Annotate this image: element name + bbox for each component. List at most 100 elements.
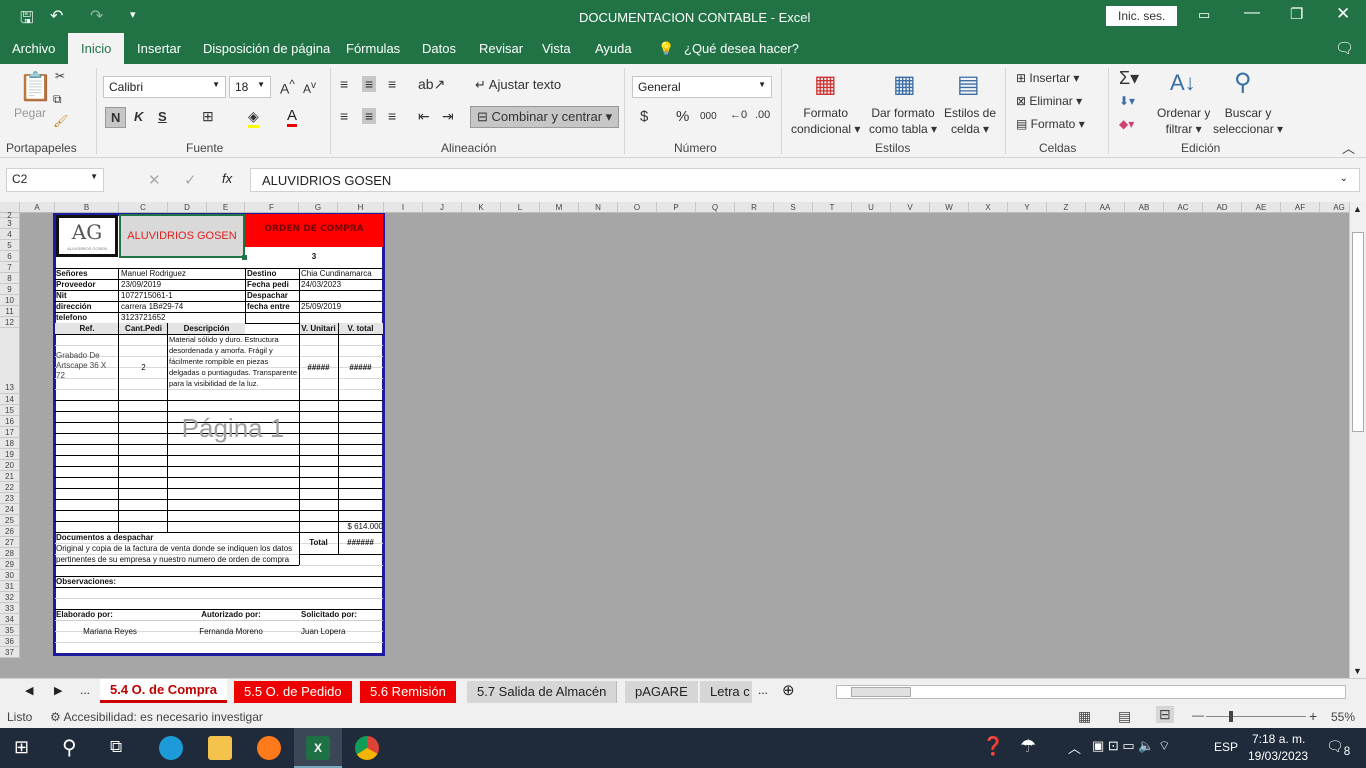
show-hidden-icons[interactable]: ︿ <box>1068 738 1081 757</box>
column-header[interactable]: Q <box>696 202 735 213</box>
column-header[interactable]: AA <box>1086 202 1125 213</box>
column-header[interactable]: D <box>168 202 207 213</box>
row-header[interactable]: 19 <box>0 449 20 460</box>
column-header[interactable]: AF <box>1281 202 1320 213</box>
collapse-ribbon-icon[interactable]: ︿ <box>1342 138 1355 157</box>
column-header[interactable]: F <box>245 202 299 213</box>
column-header[interactable]: N <box>579 202 618 213</box>
tray-icons[interactable]: ▣ ⊡ ▭ 🔈 ⌔ <box>1092 738 1170 754</box>
column-header[interactable]: S <box>774 202 813 213</box>
sort-filter-button[interactable]: Ordenar y filtrar ▾ <box>1157 105 1210 137</box>
vertical-scrollbar[interactable]: ▲ ▼ <box>1349 202 1366 678</box>
zoom-slider[interactable] <box>1206 716 1306 717</box>
tab-inicio[interactable]: Inicio <box>68 33 125 64</box>
row-header[interactable]: 36 <box>0 636 20 647</box>
fill-icon[interactable]: ⬇▾ <box>1119 94 1135 108</box>
column-header[interactable]: AB <box>1125 202 1164 213</box>
column-header[interactable]: K <box>462 202 501 213</box>
help-icon[interactable]: ❓ <box>982 736 1004 757</box>
column-header[interactable]: U <box>852 202 891 213</box>
more-tabs-left[interactable]: ... <box>80 683 90 697</box>
conditional-format-icon[interactable]: ▦ <box>814 70 837 99</box>
row-header[interactable]: 35 <box>0 625 20 636</box>
sort-filter-icon[interactable]: A↓ <box>1170 70 1196 96</box>
decrease-decimal-icon[interactable]: .00 <box>755 109 770 121</box>
chrome-icon[interactable] <box>355 736 379 760</box>
conditional-format-button[interactable]: Formato condicional ▾ <box>791 105 860 137</box>
column-header[interactable]: J <box>423 202 462 213</box>
merge-center-button[interactable]: ⊟ Combinar y centrar ▾ <box>470 106 620 128</box>
horizontal-scrollbar[interactable] <box>836 685 1346 699</box>
row-header[interactable]: 4 <box>0 229 20 240</box>
font-size-select[interactable]: 18 ▼ <box>229 76 271 98</box>
scroll-tabs-right[interactable]: ▶ <box>54 684 62 697</box>
tab-vista[interactable]: Vista <box>542 41 571 56</box>
find-select-button[interactable]: Buscar y seleccionar ▾ <box>1213 105 1283 137</box>
align-center-icon[interactable]: ≡ <box>362 108 377 124</box>
format-cells-button[interactable]: ▤ Formato ▾ <box>1016 117 1085 131</box>
zoom-level[interactable]: 55% <box>1331 710 1355 724</box>
increase-indent-icon[interactable]: ⇥ <box>442 108 454 125</box>
row-header[interactable]: 8 <box>0 273 20 284</box>
row-header[interactable]: 10 <box>0 295 20 306</box>
row-header[interactable]: 34 <box>0 614 20 625</box>
comments-icon[interactable]: 🗨 <box>1335 39 1354 57</box>
column-header[interactable]: W <box>930 202 969 213</box>
underline-button[interactable]: S <box>158 109 167 124</box>
row-header[interactable]: 12 <box>0 317 20 328</box>
row-header[interactable]: 16 <box>0 416 20 427</box>
undo-icon[interactable]: ↶ <box>50 6 63 26</box>
column-header[interactable]: AG <box>1320 202 1349 213</box>
search-icon[interactable]: ⚲ <box>62 735 77 760</box>
row-header[interactable]: 23 <box>0 493 20 504</box>
ribbon-display-icon[interactable]: ▭ <box>1198 7 1210 23</box>
cell-styles-icon[interactable]: ▤ <box>957 70 980 99</box>
cancel-icon[interactable]: ✕ <box>148 171 161 189</box>
row-header[interactable]: 17 <box>0 427 20 438</box>
decrease-indent-icon[interactable]: ⇤ <box>418 108 430 125</box>
thousands-button[interactable]: 000 <box>700 111 717 122</box>
sheet-tab-active[interactable]: 5.4 O. de Compra <box>100 679 227 703</box>
edge-icon[interactable] <box>159 736 183 760</box>
row-header[interactable]: 22 <box>0 482 20 493</box>
column-header[interactable]: L <box>501 202 540 213</box>
column-header[interactable]: G <box>299 202 338 213</box>
orientation-icon[interactable]: ab↗ <box>418 76 445 93</box>
tab-ayuda[interactable]: Ayuda <box>595 41 632 56</box>
row-header[interactable]: 28 <box>0 548 20 559</box>
zoom-out-button[interactable]: — <box>1192 708 1204 722</box>
excel-taskbar-button[interactable]: X <box>294 728 342 768</box>
format-painter-icon[interactable]: 🖌 <box>53 114 68 128</box>
column-header[interactable]: AD <box>1203 202 1242 213</box>
signin-button[interactable]: Inic. ses. <box>1106 6 1178 26</box>
sheet-tab[interactable]: 5.7 Salida de Almacén <box>467 681 618 703</box>
customize-qat-icon[interactable]: ▾ <box>130 8 136 21</box>
align-left-icon[interactable]: ≡ <box>340 108 348 124</box>
row-header[interactable]: 27 <box>0 537 20 548</box>
cell-styles-button[interactable]: Estilos de celda ▾ <box>944 105 996 137</box>
row-header[interactable]: 33 <box>0 603 20 614</box>
row-header[interactable]: 13 <box>0 328 20 394</box>
clock-date[interactable]: 19/03/2023 <box>1248 749 1308 763</box>
wrap-text-button[interactable]: ↵ Ajustar texto <box>475 77 561 93</box>
row-header[interactable]: 24 <box>0 504 20 515</box>
formula-input[interactable]: ALUVIDRIOS GOSEN ⌄ <box>250 168 1360 192</box>
insert-function-button[interactable]: fx <box>222 171 232 186</box>
column-header[interactable]: H <box>338 202 384 213</box>
increase-decimal-icon[interactable]: ←0 <box>730 109 747 121</box>
column-header[interactable]: AC <box>1164 202 1203 213</box>
font-color-icon[interactable]: A <box>287 107 298 127</box>
row-header[interactable]: 18 <box>0 438 20 449</box>
scroll-tabs-left[interactable]: ◀ <box>25 684 33 697</box>
row-header[interactable]: 3 <box>0 218 20 229</box>
autosum-icon[interactable]: Σ▾ <box>1119 68 1139 89</box>
close-button[interactable]: ✕ <box>1336 4 1350 24</box>
format-as-table-button[interactable]: Dar formato como tabla ▾ <box>869 105 937 137</box>
row-header[interactable]: 32 <box>0 592 20 603</box>
bold-button[interactable]: N <box>105 107 127 128</box>
sheet-tab[interactable]: 5.5 O. de Pedido <box>234 681 352 703</box>
row-header[interactable]: 30 <box>0 570 20 581</box>
increase-font-icon[interactable]: A^ <box>280 78 295 97</box>
search-icon[interactable]: ⚲ <box>1234 68 1252 97</box>
save-icon[interactable]: 🖫 <box>20 7 34 34</box>
